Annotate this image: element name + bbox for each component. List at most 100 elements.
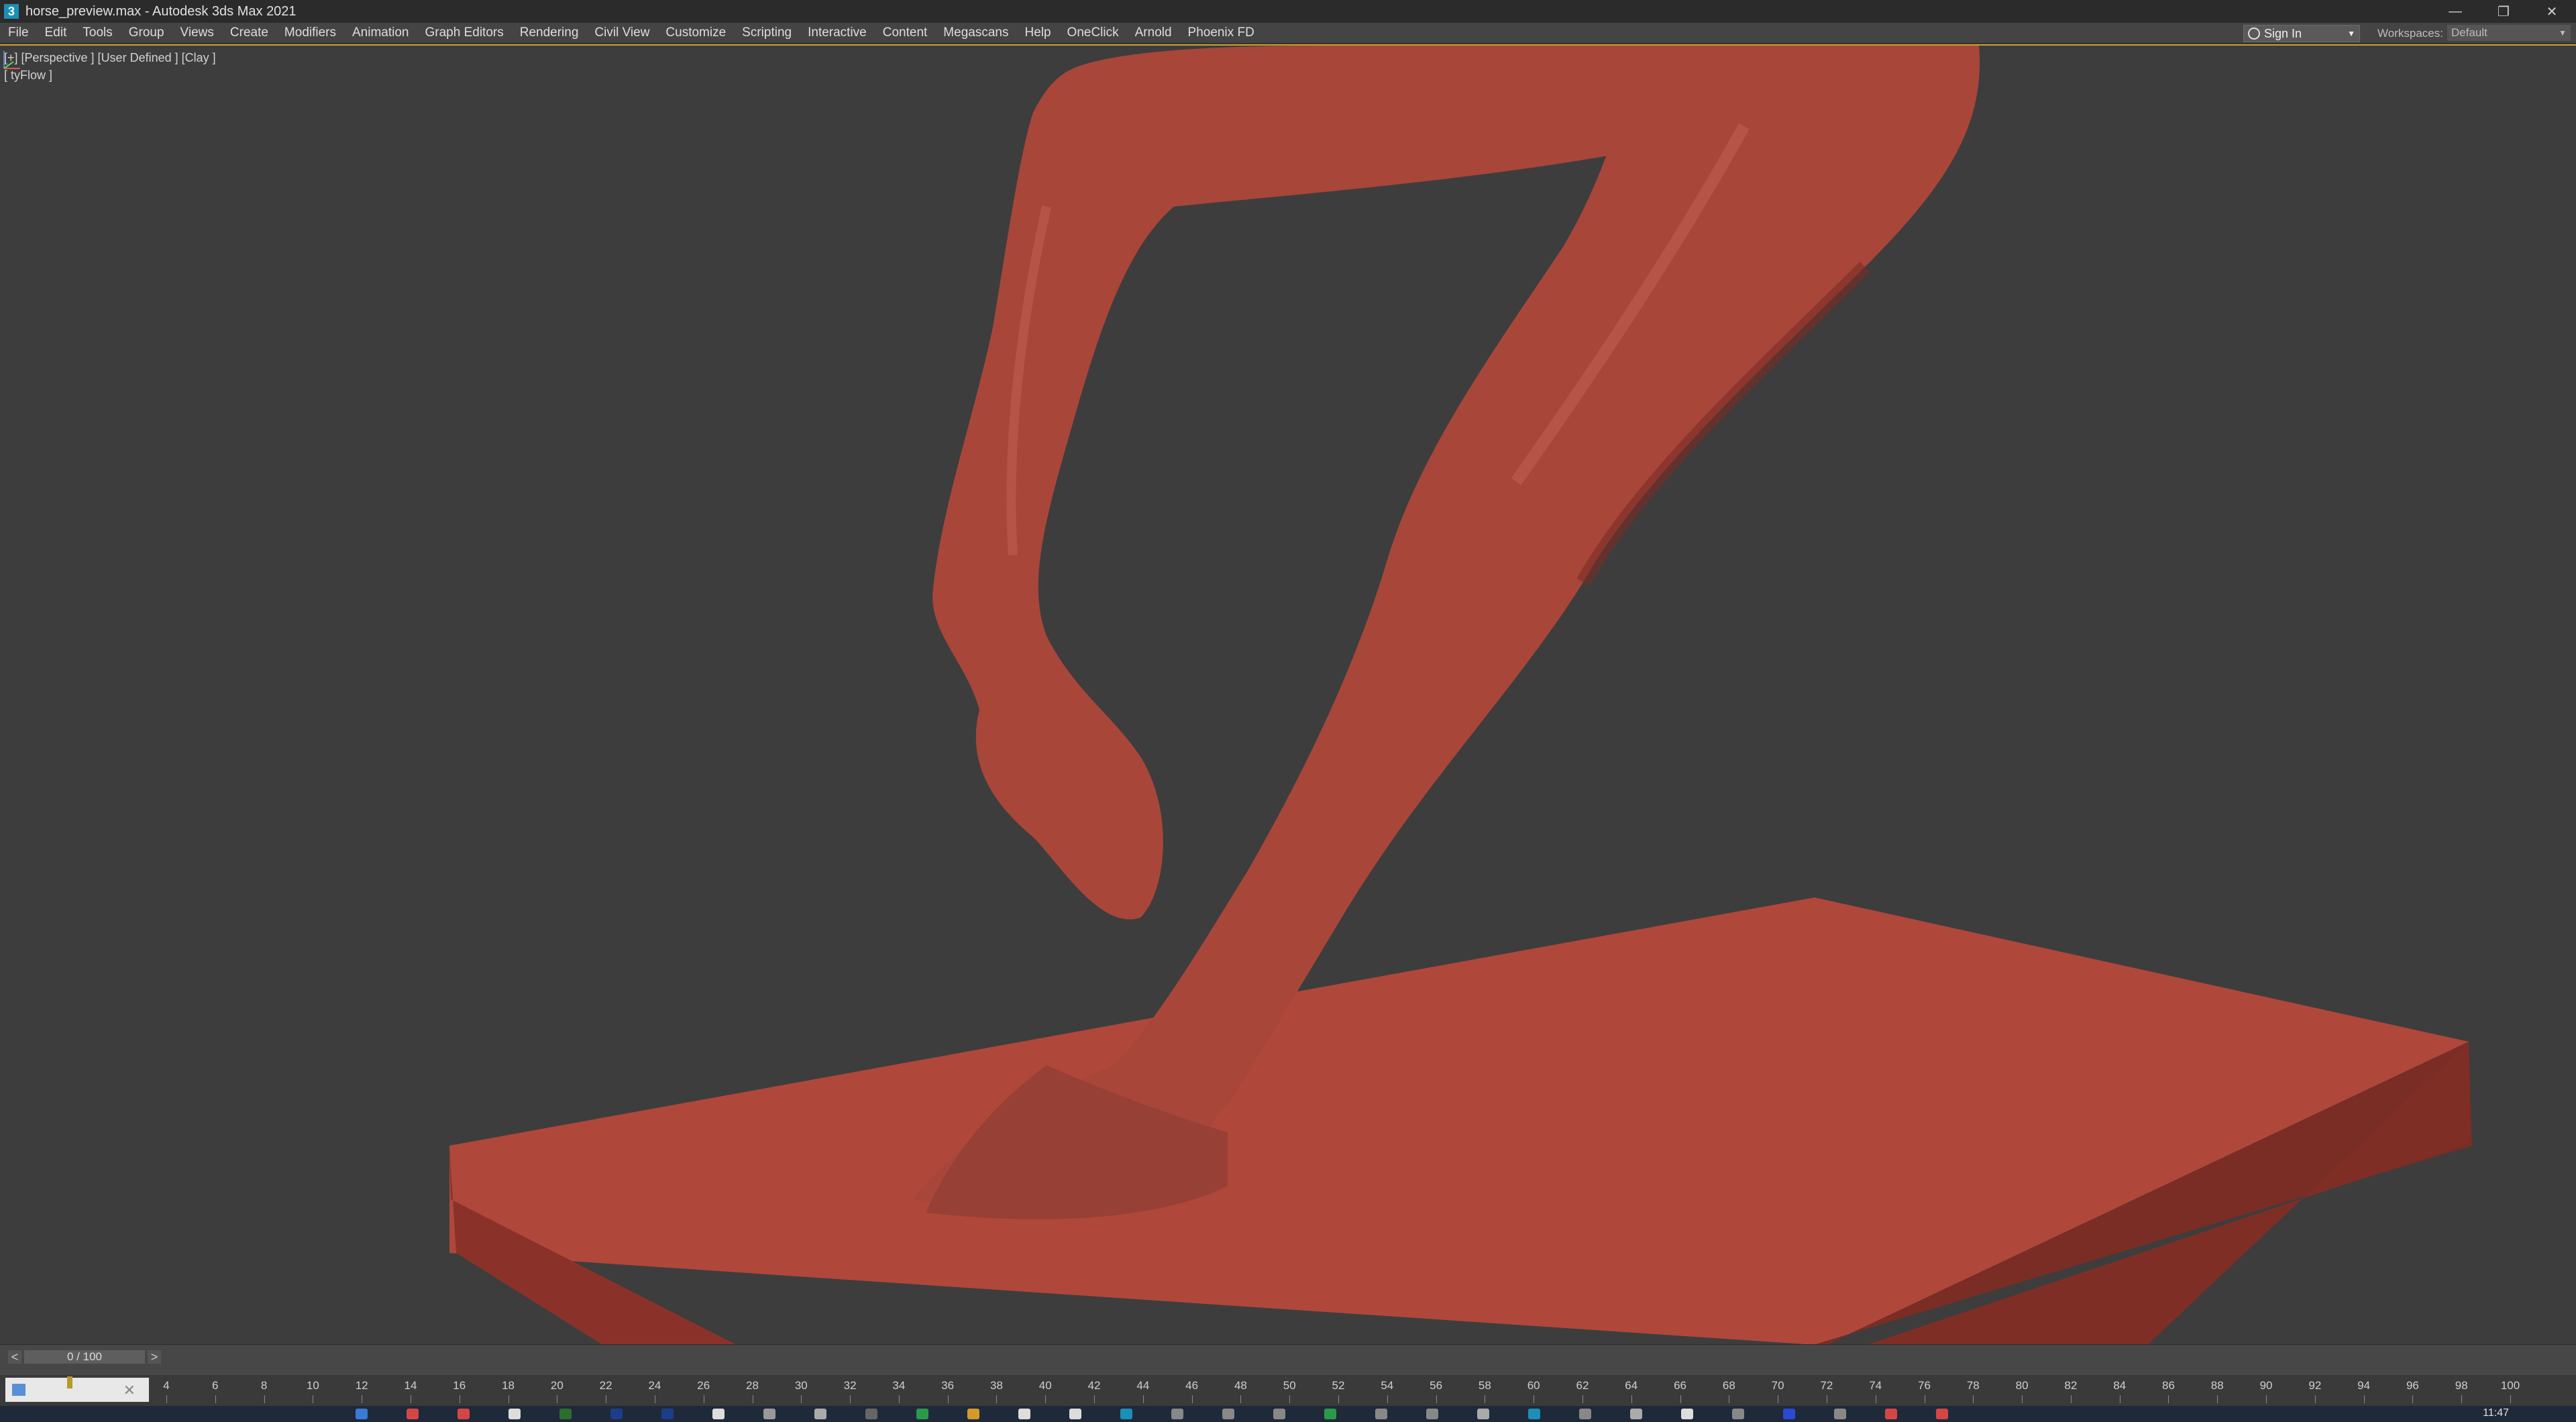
tick-mark <box>996 1395 998 1403</box>
tick-label: 12 <box>355 1379 368 1392</box>
taskbar-app-icon[interactable] <box>1222 1409 1234 1419</box>
track-bar[interactable]: ✕ 4 6 8 10 12 14 16 18 20 22 24 26 28 30 32 34 36 38 40 42 4… <box>0 1375 2576 1406</box>
taskbar-app-icon[interactable] <box>814 1409 826 1419</box>
viewport-label[interactable]: [+] [Perspective ] [User Defined ] [Clay… <box>4 51 216 65</box>
tick-mark <box>1094 1395 1095 1403</box>
taskbar-app-icon[interactable] <box>1528 1409 1540 1419</box>
tick-label: 54 <box>1381 1379 1394 1392</box>
tick-label: 26 <box>697 1379 710 1392</box>
taskbar-app-icon[interactable] <box>356 1409 368 1419</box>
taskbar-app-icon[interactable] <box>1120 1409 1132 1419</box>
close-icon[interactable]: ✕ <box>123 1382 136 1399</box>
menu-megascans[interactable]: Megascans <box>935 25 1016 40</box>
workspaces-label: Workspaces: <box>2377 27 2443 40</box>
taskbar-app-icon[interactable] <box>1273 1409 1285 1419</box>
tick-mark <box>166 1395 167 1403</box>
menu-graph-editors[interactable]: Graph Editors <box>417 25 512 40</box>
sign-in-dropdown[interactable]: Sign In ▼ <box>2243 25 2360 42</box>
menu-help[interactable]: Help <box>1016 25 1059 40</box>
tick-mark <box>508 1395 509 1403</box>
tick-mark <box>1240 1395 1242 1403</box>
taskbar-app-icon[interactable] <box>407 1409 419 1419</box>
tick-label: 90 <box>2259 1379 2273 1392</box>
taskbar-app-icon[interactable] <box>763 1409 775 1419</box>
taskbar-app-icon[interactable] <box>1477 1409 1489 1419</box>
menu-animation[interactable]: Animation <box>344 25 417 40</box>
previous-frame-button[interactable]: < <box>8 1350 21 1364</box>
menu-create[interactable]: Create <box>222 25 276 40</box>
time-slider[interactable]: < 0 / 100 > <box>0 1344 2576 1376</box>
viewport-scene[interactable] <box>0 46 2576 1346</box>
taskbar-app-icon[interactable] <box>916 1409 928 1419</box>
taskbar-app-icon[interactable] <box>1375 1409 1387 1419</box>
next-frame-button[interactable]: > <box>148 1350 161 1364</box>
menu-scripting[interactable]: Scripting <box>734 25 800 40</box>
tick-mark <box>2070 1395 2072 1403</box>
tick-mark <box>1338 1395 1339 1403</box>
tick-label: 74 <box>1869 1379 1882 1392</box>
menu-phoenix-fd[interactable]: Phoenix FD <box>1180 25 1263 40</box>
tick-label: 88 <box>2210 1379 2224 1392</box>
tick-label: 86 <box>2161 1379 2175 1392</box>
taskbar-app-icon[interactable] <box>1579 1409 1591 1419</box>
menu-views[interactable]: Views <box>172 25 222 40</box>
taskbar-app-icon[interactable] <box>661 1409 674 1419</box>
minimize-button[interactable]: — <box>2431 0 2479 23</box>
tick-label: 96 <box>2406 1379 2419 1392</box>
workspaces-select[interactable]: Default ▼ <box>2447 25 2571 41</box>
perspective-viewport[interactable]: [+] [Perspective ] [User Defined ] [Clay… <box>0 44 2576 1346</box>
taskbar-app-icon[interactable] <box>458 1409 470 1419</box>
tick-mark <box>1289 1395 1291 1403</box>
time-slider-thumb[interactable]: 0 / 100 <box>24 1350 145 1364</box>
taskbar-app-icon[interactable] <box>1630 1409 1642 1419</box>
taskbar-app-icon[interactable] <box>967 1409 979 1419</box>
taskbar-app-icon[interactable] <box>1783 1409 1795 1419</box>
menu-oneclick[interactable]: OneClick <box>1059 25 1127 40</box>
close-button[interactable]: ✕ <box>2528 0 2576 23</box>
taskbar-app-icon[interactable] <box>1069 1409 1081 1419</box>
tick-label: 36 <box>941 1379 955 1392</box>
taskbar-app-icon[interactable] <box>1885 1409 1897 1419</box>
tick-mark <box>1387 1395 1388 1403</box>
tick-mark <box>1680 1395 1681 1403</box>
taskbar-app-icon[interactable] <box>712 1409 724 1419</box>
menu-interactive[interactable]: Interactive <box>800 25 875 40</box>
taskbar-app-icon[interactable] <box>1834 1409 1846 1419</box>
title-bar: 3 horse_preview.max - Autodesk 3ds Max 2… <box>0 0 2576 23</box>
menu-civil-view[interactable]: Civil View <box>586 25 657 40</box>
taskbar-app-icon[interactable] <box>865 1409 877 1419</box>
taskbar-app-icon[interactable] <box>1324 1409 1336 1419</box>
menu-rendering[interactable]: Rendering <box>512 25 587 40</box>
tick-mark <box>264 1395 265 1403</box>
menu-edit[interactable]: Edit <box>37 25 75 40</box>
tick-label: 56 <box>1430 1379 1443 1392</box>
taskbar-app-icon[interactable] <box>1732 1409 1744 1419</box>
menu-group[interactable]: Group <box>121 25 172 40</box>
current-frame-marker[interactable] <box>67 1376 72 1388</box>
taskbar-app-icon[interactable] <box>1681 1409 1693 1419</box>
menu-arnold[interactable]: Arnold <box>1127 25 1180 40</box>
tick-label: 58 <box>1478 1379 1491 1392</box>
taskbar-app-icon[interactable] <box>1936 1409 1948 1419</box>
tick-label: 42 <box>1087 1379 1101 1392</box>
menu-modifiers[interactable]: Modifiers <box>276 25 344 40</box>
tick-label: 92 <box>2308 1379 2322 1392</box>
3dsmax-app-icon[interactable]: 3 <box>4 4 19 19</box>
chevron-down-icon: ▼ <box>2559 28 2567 38</box>
tick-mark <box>1045 1395 1046 1403</box>
menu-content[interactable]: Content <box>875 25 936 40</box>
taskbar-app-icon[interactable] <box>1018 1409 1030 1419</box>
restore-button[interactable]: ❐ <box>2479 0 2528 23</box>
sign-in-label: Sign In <box>2264 26 2302 40</box>
taskbar-app-icon[interactable] <box>610 1409 623 1419</box>
taskbar-app-icon[interactable] <box>1426 1409 1438 1419</box>
taskbar-app-icon[interactable] <box>508 1409 521 1419</box>
taskbar-app-icon[interactable] <box>1171 1409 1183 1419</box>
taskbar-app-icon[interactable] <box>559 1409 572 1419</box>
menu-customize[interactable]: Customize <box>657 25 734 40</box>
menu-file[interactable]: File <box>0 25 37 40</box>
maxscript-listener-box[interactable]: ✕ <box>5 1378 149 1402</box>
menu-tools[interactable]: Tools <box>74 25 120 40</box>
tick-mark <box>850 1395 851 1403</box>
workspaces-value: Default <box>2451 26 2487 39</box>
